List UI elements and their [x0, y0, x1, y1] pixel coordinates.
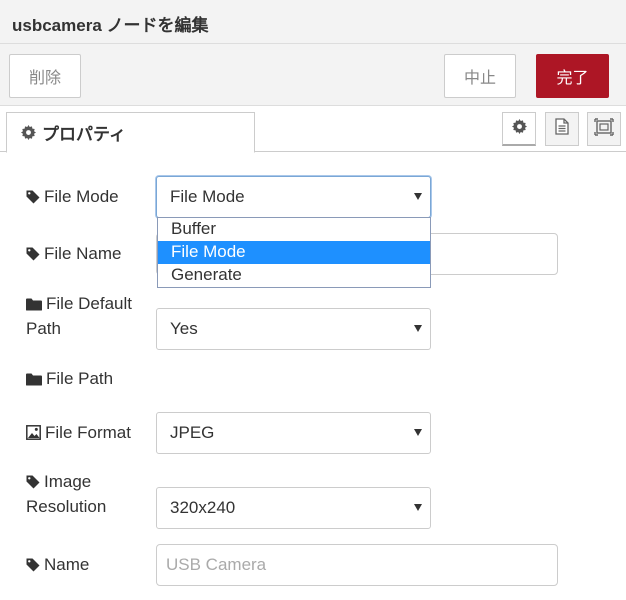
- gear-icon: [511, 118, 527, 139]
- chevron-down-icon: [414, 193, 422, 200]
- folder-icon: [26, 368, 42, 393]
- chevron-down-icon: [414, 325, 422, 332]
- tab-properties[interactable]: プロパティ: [6, 112, 255, 153]
- file-mode-label: File Mode: [26, 184, 119, 211]
- document-icon: [555, 118, 569, 140]
- name-input[interactable]: [156, 544, 558, 586]
- image-icon: [26, 422, 41, 447]
- description-tab-button[interactable]: [545, 112, 579, 146]
- file-name-label: File Name: [26, 241, 121, 268]
- folder-icon: [26, 293, 42, 318]
- chevron-down-icon: [414, 429, 422, 436]
- chevron-down-icon: [414, 504, 422, 511]
- file-format-label: File Format: [26, 420, 131, 447]
- dropdown-option[interactable]: Generate: [158, 264, 430, 287]
- file-default-path-label-line2: Path: [26, 319, 61, 338]
- delete-button[interactable]: 削除: [9, 54, 81, 98]
- file-mode-dropdown: Buffer File Mode Generate: [157, 217, 431, 288]
- tag-icon: [26, 471, 40, 496]
- file-default-path-value: Yes: [170, 319, 198, 338]
- done-button[interactable]: 完了: [536, 54, 609, 98]
- file-default-path-label: File Default: [26, 291, 132, 318]
- tag-icon: [26, 186, 40, 211]
- image-resolution-label: Image: [26, 469, 91, 496]
- name-label: Name: [26, 552, 89, 579]
- file-format-value: JPEG: [170, 423, 215, 442]
- tag-icon: [26, 243, 40, 268]
- file-path-label: File Path: [26, 366, 113, 393]
- file-mode-value: File Mode: [170, 187, 245, 206]
- gear-icon: [21, 125, 36, 140]
- dropdown-option[interactable]: Buffer: [158, 218, 430, 241]
- tag-icon: [26, 554, 40, 579]
- image-resolution-value: 320x240: [170, 498, 236, 517]
- image-resolution-label-line2: Resolution: [26, 497, 107, 516]
- file-mode-select[interactable]: File Mode: [156, 176, 431, 218]
- dropdown-option-selected[interactable]: File Mode: [158, 241, 430, 264]
- image-resolution-select[interactable]: 320x240: [156, 487, 431, 529]
- file-default-path-select[interactable]: Yes: [156, 308, 431, 350]
- file-format-select[interactable]: JPEG: [156, 412, 431, 454]
- settings-tab-button[interactable]: [502, 112, 536, 146]
- tray-header: usbcamera ノードを編集: [0, 0, 626, 44]
- tray-title: usbcamera ノードを編集: [12, 16, 209, 35]
- tab-properties-label: プロパティ: [42, 125, 126, 144]
- cancel-button[interactable]: 中止: [444, 54, 516, 98]
- tray-toolbar: 削除 中止 完了: [0, 44, 626, 106]
- appearance-tab-button[interactable]: [587, 112, 621, 146]
- frame-icon: [594, 117, 614, 141]
